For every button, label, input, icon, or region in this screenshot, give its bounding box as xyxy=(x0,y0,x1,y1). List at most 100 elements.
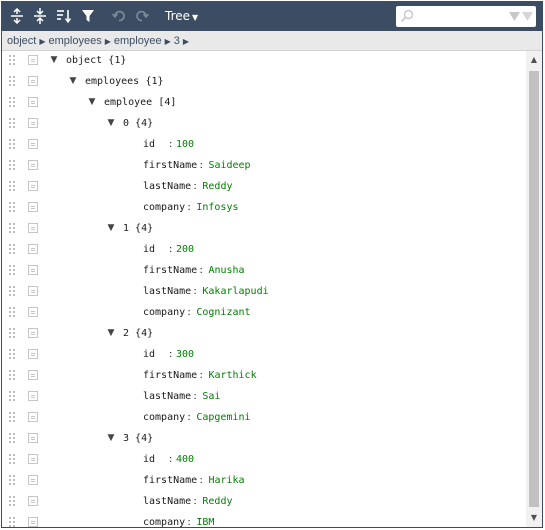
field-value[interactable]: Sai xyxy=(202,386,220,407)
tree-leaf-row[interactable]: lastName: Reddy xyxy=(2,176,524,197)
search-box[interactable] xyxy=(396,6,536,27)
field-name[interactable]: company xyxy=(143,197,185,218)
tree-leaf-row[interactable]: company: IBM xyxy=(2,512,524,527)
drag-handle-icon[interactable] xyxy=(8,390,16,402)
field-name[interactable]: employee xyxy=(104,92,152,113)
expand-all-button[interactable] xyxy=(7,6,27,26)
context-menu-icon[interactable] xyxy=(28,181,38,191)
scrollbar-thumb[interactable] xyxy=(529,71,539,507)
field-value[interactable]: Harika xyxy=(208,470,244,491)
drag-handle-icon[interactable] xyxy=(8,54,16,66)
tree-leaf-row[interactable]: id:300 xyxy=(2,344,524,365)
drag-handle-icon[interactable] xyxy=(8,348,16,360)
field-name[interactable]: lastName xyxy=(143,281,191,302)
context-menu-icon[interactable] xyxy=(28,244,38,254)
field-name[interactable]: id xyxy=(143,449,155,470)
context-menu-icon[interactable] xyxy=(28,328,38,338)
field-value[interactable]: Capgemini xyxy=(196,407,250,428)
drag-handle-icon[interactable] xyxy=(8,369,16,381)
drag-handle-icon[interactable] xyxy=(8,306,16,318)
field-name[interactable]: lastName xyxy=(143,386,191,407)
field-value[interactable]: 200 xyxy=(176,239,194,260)
drag-handle-icon[interactable] xyxy=(8,495,16,507)
field-name[interactable]: 3 xyxy=(123,428,129,449)
context-menu-icon[interactable] xyxy=(28,286,38,296)
tree-leaf-row[interactable]: company: Cognizant xyxy=(2,302,524,323)
field-value[interactable]: 100 xyxy=(176,134,194,155)
context-menu-icon[interactable] xyxy=(28,517,38,527)
expand-toggle-icon[interactable]: ▼ xyxy=(49,55,59,65)
context-menu-icon[interactable] xyxy=(28,370,38,380)
context-menu-icon[interactable] xyxy=(28,391,38,401)
field-name[interactable]: id xyxy=(143,239,155,260)
expand-toggle-icon[interactable]: ▼ xyxy=(87,97,97,107)
drag-handle-icon[interactable] xyxy=(8,222,16,234)
field-value[interactable]: Kakarlapudi xyxy=(202,281,268,302)
expand-toggle-icon[interactable]: ▼ xyxy=(106,433,116,443)
field-value[interactable]: Cognizant xyxy=(196,302,250,323)
drag-handle-icon[interactable] xyxy=(8,474,16,486)
drag-handle-icon[interactable] xyxy=(8,117,16,129)
expand-toggle-icon[interactable]: ▼ xyxy=(68,76,78,86)
field-name[interactable]: firstName xyxy=(143,155,197,176)
drag-handle-icon[interactable] xyxy=(8,201,16,213)
field-value[interactable]: Karthick xyxy=(208,365,256,386)
context-menu-icon[interactable] xyxy=(28,55,38,65)
tree-leaf-row[interactable]: lastName: Sai xyxy=(2,386,524,407)
field-value[interactable]: 300 xyxy=(176,344,194,365)
field-name[interactable]: firstName xyxy=(143,365,197,386)
redo-button[interactable] xyxy=(132,6,152,26)
context-menu-icon[interactable] xyxy=(28,307,38,317)
breadcrumb-item-3[interactable]: 3 xyxy=(174,35,180,47)
drag-handle-icon[interactable] xyxy=(8,327,16,339)
tree-leaf-row[interactable]: firstName: Saideep xyxy=(2,155,524,176)
drag-handle-icon[interactable] xyxy=(8,138,16,150)
context-menu-icon[interactable] xyxy=(28,223,38,233)
drag-handle-icon[interactable] xyxy=(8,453,16,465)
field-value[interactable]: Infosys xyxy=(196,197,238,218)
tree-leaf-row[interactable]: id:400 xyxy=(2,449,524,470)
tree-node-row[interactable]: ▼ 2 {4} xyxy=(2,323,524,344)
tree-leaf-row[interactable]: firstName: Anusha xyxy=(2,260,524,281)
drag-handle-icon[interactable] xyxy=(8,285,16,297)
context-menu-icon[interactable] xyxy=(28,139,38,149)
expand-toggle-icon[interactable]: ▼ xyxy=(106,118,116,128)
expand-toggle-icon[interactable]: ▼ xyxy=(106,223,116,233)
tree-leaf-row[interactable]: company: Capgemini xyxy=(2,407,524,428)
field-name[interactable]: object xyxy=(66,51,102,71)
context-menu-icon[interactable] xyxy=(28,118,38,128)
context-menu-icon[interactable] xyxy=(28,97,38,107)
tree-leaf-row[interactable]: lastName: Kakarlapudi xyxy=(2,281,524,302)
context-menu-icon[interactable] xyxy=(28,454,38,464)
field-name[interactable]: id xyxy=(143,134,155,155)
expand-toggle-icon[interactable]: ▼ xyxy=(106,328,116,338)
drag-handle-icon[interactable] xyxy=(8,159,16,171)
undo-button[interactable] xyxy=(109,6,129,26)
tree-leaf-row[interactable]: id:100 xyxy=(2,134,524,155)
tree-leaf-row[interactable]: lastName: Reddy xyxy=(2,491,524,512)
field-value[interactable]: IBM xyxy=(196,512,214,527)
context-menu-icon[interactable] xyxy=(28,265,38,275)
context-menu-icon[interactable] xyxy=(28,496,38,506)
sort-button[interactable] xyxy=(54,6,74,26)
drag-handle-icon[interactable] xyxy=(8,516,16,527)
tree-node-row[interactable]: ▼ 0 {4} xyxy=(2,113,524,134)
field-name[interactable]: company xyxy=(143,407,185,428)
breadcrumb-item-object[interactable]: object xyxy=(7,35,36,47)
context-menu-icon[interactable] xyxy=(28,412,38,422)
field-name[interactable]: 0 xyxy=(123,113,129,134)
tree-node-row[interactable]: ▼ 3 {4} xyxy=(2,428,524,449)
drag-handle-icon[interactable] xyxy=(8,75,16,87)
tree-node-row[interactable]: ▼ employees {1} xyxy=(2,71,524,92)
collapse-all-button[interactable] xyxy=(30,6,50,26)
drag-handle-icon[interactable] xyxy=(8,243,16,255)
field-name[interactable]: company xyxy=(143,302,185,323)
field-value[interactable]: Reddy xyxy=(202,176,232,197)
filter-button[interactable] xyxy=(78,6,98,26)
field-name[interactable]: lastName xyxy=(143,491,191,512)
mode-dropdown[interactable]: Tree ▼ xyxy=(165,6,198,26)
field-name[interactable]: 1 xyxy=(123,218,129,239)
scroll-down-arrow-icon[interactable]: ▼ xyxy=(526,511,542,525)
context-menu-icon[interactable] xyxy=(28,475,38,485)
search-previous-icon[interactable] xyxy=(522,12,533,21)
